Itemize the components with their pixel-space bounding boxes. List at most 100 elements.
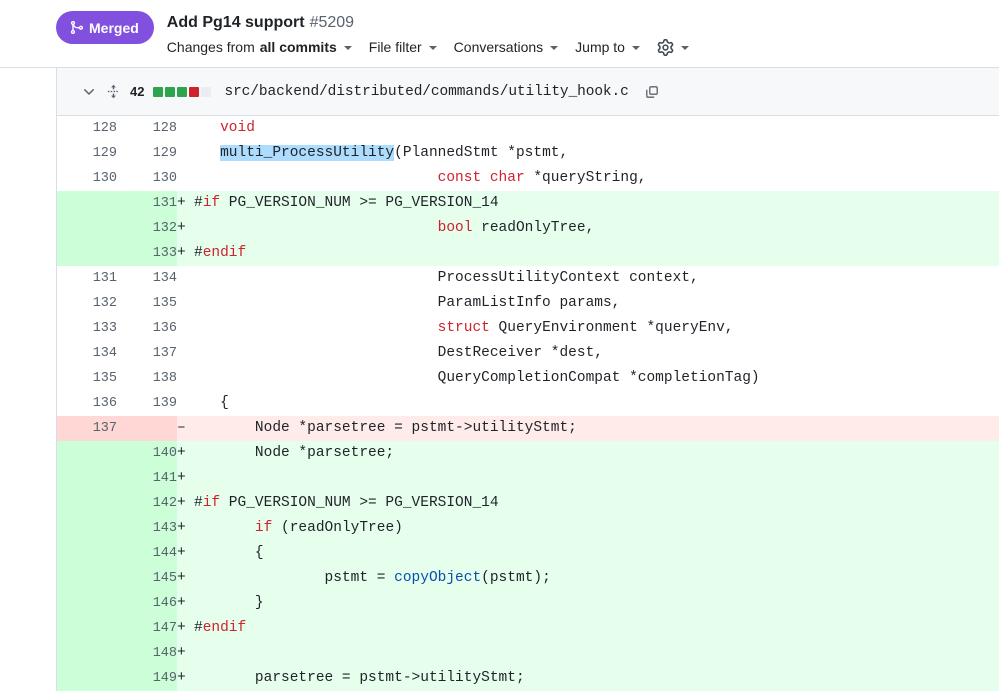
code-token: QueryCompletionCompat *completionTag) bbox=[194, 370, 760, 386]
line-number-old[interactable] bbox=[57, 191, 117, 216]
code-line[interactable]: Node *parsetree; bbox=[194, 441, 999, 466]
code-line[interactable]: QueryCompletionCompat *completionTag) bbox=[194, 366, 999, 391]
code-token: (readOnlyTree) bbox=[272, 520, 403, 536]
diffstat-block-add bbox=[177, 86, 188, 97]
line-number-new[interactable]: 137 bbox=[117, 341, 177, 366]
conversations-dropdown[interactable]: Conversations bbox=[454, 37, 559, 57]
line-number-old[interactable]: 128 bbox=[57, 116, 117, 141]
line-number-new[interactable]: 146 bbox=[117, 591, 177, 616]
code-line[interactable]: const char *queryString, bbox=[194, 166, 999, 191]
code-line[interactable]: struct QueryEnvironment *queryEnv, bbox=[194, 316, 999, 341]
git-merge-icon bbox=[69, 20, 84, 35]
line-number-new[interactable]: 134 bbox=[117, 266, 177, 291]
copy-icon[interactable] bbox=[644, 84, 660, 100]
diffstat-block-del bbox=[189, 86, 200, 97]
line-number-new[interactable]: 130 bbox=[117, 166, 177, 191]
line-number-old[interactable]: 136 bbox=[57, 391, 117, 416]
code-line[interactable]: ParamListInfo params, bbox=[194, 291, 999, 316]
gear-icon bbox=[657, 38, 674, 56]
code-line[interactable]: parsetree = pstmt->utilityStmt; bbox=[194, 666, 999, 691]
line-number-old[interactable] bbox=[57, 441, 117, 466]
line-number-old[interactable] bbox=[57, 541, 117, 566]
line-number-new[interactable]: 131 bbox=[117, 191, 177, 216]
line-number-new[interactable]: 133 bbox=[117, 241, 177, 266]
line-number-old[interactable] bbox=[57, 516, 117, 541]
line-number-old[interactable] bbox=[57, 591, 117, 616]
line-number-old[interactable]: 129 bbox=[57, 141, 117, 166]
code-line[interactable]: ProcessUtilityContext context, bbox=[194, 266, 999, 291]
code-token: # bbox=[194, 245, 203, 261]
diff-row-add: 145 + pstmt = copyObject(pstmt); bbox=[57, 566, 999, 591]
diff-table: 128 128 void 129 129 multi_ProcessUtility(P… bbox=[57, 116, 999, 691]
code-line[interactable] bbox=[194, 641, 999, 666]
line-number-new[interactable]: 138 bbox=[117, 366, 177, 391]
line-number-old[interactable] bbox=[57, 216, 117, 241]
jump-to-dropdown[interactable]: Jump to bbox=[575, 37, 640, 57]
line-number-old[interactable]: 134 bbox=[57, 341, 117, 366]
line-number-new[interactable]: 147 bbox=[117, 616, 177, 641]
code-line[interactable]: DestReceiver *dest, bbox=[194, 341, 999, 366]
code-line[interactable]: #endif bbox=[194, 241, 999, 266]
diff-row-add: 143 + if (readOnlyTree) bbox=[57, 516, 999, 541]
line-number-old[interactable] bbox=[57, 616, 117, 641]
unfold-vertical-icon[interactable] bbox=[106, 84, 121, 99]
line-number-old[interactable]: 137 bbox=[57, 416, 117, 441]
line-number-new[interactable]: 143 bbox=[117, 516, 177, 541]
code-selection: multi_ProcessUtility bbox=[220, 145, 395, 161]
diff-row-add: 131 + #if PG_VERSION_NUM >= PG_VERSION_14 bbox=[57, 191, 999, 216]
code-line[interactable]: #if PG_VERSION_NUM >= PG_VERSION_14 bbox=[194, 191, 999, 216]
line-number-old[interactable] bbox=[57, 641, 117, 666]
diff-row-add: 149 + parsetree = pstmt->utilityStmt; bbox=[57, 666, 999, 691]
line-number-old[interactable]: 135 bbox=[57, 366, 117, 391]
line-number-old[interactable]: 131 bbox=[57, 266, 117, 291]
code-line[interactable]: Node *parsetree = pstmt->utilityStmt; bbox=[194, 416, 999, 441]
line-number-new[interactable]: 144 bbox=[117, 541, 177, 566]
line-number-new[interactable]: 135 bbox=[117, 291, 177, 316]
code-line[interactable]: #endif bbox=[194, 616, 999, 641]
code-line[interactable] bbox=[194, 466, 999, 491]
code-line[interactable]: pstmt = copyObject(pstmt); bbox=[194, 566, 999, 591]
line-number-new[interactable]: 149 bbox=[117, 666, 177, 691]
chevron-down-icon[interactable] bbox=[81, 84, 97, 100]
line-number-new[interactable]: 141 bbox=[117, 466, 177, 491]
code-line[interactable]: { bbox=[194, 541, 999, 566]
line-number-new[interactable] bbox=[117, 416, 177, 441]
line-number-old[interactable] bbox=[57, 466, 117, 491]
code-line[interactable]: if (readOnlyTree) bbox=[194, 516, 999, 541]
line-number-new[interactable]: 128 bbox=[117, 116, 177, 141]
line-number-new[interactable]: 145 bbox=[117, 566, 177, 591]
code-token: PG_VERSION_NUM >= PG_VERSION_14 bbox=[220, 195, 499, 211]
line-number-old[interactable]: 130 bbox=[57, 166, 117, 191]
line-number-old[interactable]: 133 bbox=[57, 316, 117, 341]
line-number-new[interactable]: 139 bbox=[117, 391, 177, 416]
file-filter-dropdown[interactable]: File filter bbox=[369, 37, 437, 57]
changes-from-dropdown[interactable]: Changes from all commits bbox=[167, 37, 352, 57]
code-line[interactable]: { bbox=[194, 391, 999, 416]
line-number-old[interactable] bbox=[57, 241, 117, 266]
line-number-old[interactable] bbox=[57, 566, 117, 591]
code-token: if bbox=[254, 520, 273, 536]
code-line[interactable]: multi_ProcessUtility(PlannedStmt *pstmt, bbox=[194, 141, 999, 166]
line-number-new[interactable]: 148 bbox=[117, 641, 177, 666]
code-line[interactable]: } bbox=[194, 591, 999, 616]
diff-settings-dropdown[interactable] bbox=[657, 38, 689, 56]
diff-marker: – bbox=[177, 416, 194, 441]
line-number-new[interactable]: 140 bbox=[117, 441, 177, 466]
line-number-new[interactable]: 142 bbox=[117, 491, 177, 516]
line-number-old[interactable]: 132 bbox=[57, 291, 117, 316]
code-line[interactable]: #if PG_VERSION_NUM >= PG_VERSION_14 bbox=[194, 491, 999, 516]
pr-number: #5209 bbox=[309, 14, 355, 31]
diff-marker: + bbox=[177, 566, 194, 591]
line-number-old[interactable] bbox=[57, 491, 117, 516]
diff-row-add: 146 + } bbox=[57, 591, 999, 616]
line-number-new[interactable]: 129 bbox=[117, 141, 177, 166]
diff-marker bbox=[177, 316, 194, 341]
code-line[interactable]: bool readOnlyTree, bbox=[194, 216, 999, 241]
line-number-new[interactable]: 132 bbox=[117, 216, 177, 241]
file-path[interactable]: src/backend/distributed/commands/utility… bbox=[224, 84, 628, 100]
line-number-old[interactable] bbox=[57, 666, 117, 691]
code-line[interactable]: void bbox=[194, 116, 999, 141]
line-number-new[interactable]: 136 bbox=[117, 316, 177, 341]
code-token: ParamListInfo params, bbox=[194, 295, 621, 311]
